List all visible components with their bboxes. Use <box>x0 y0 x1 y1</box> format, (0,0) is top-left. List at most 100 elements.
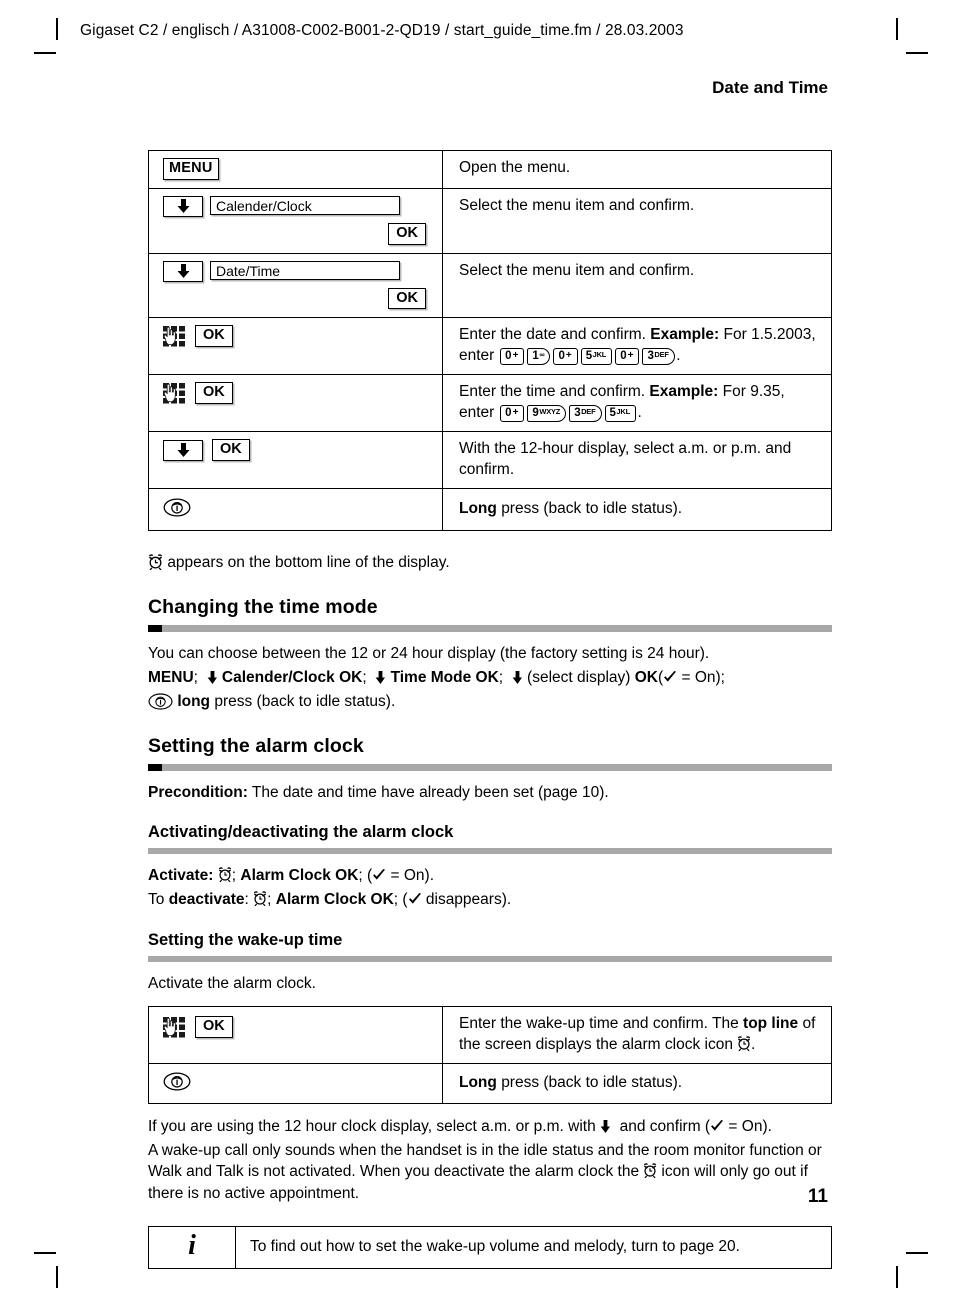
down-arrow-button[interactable] <box>163 195 203 217</box>
wakeup-12h-mid: and confirm ( <box>619 1117 711 1135</box>
row-description-end: . <box>676 346 681 364</box>
table-row: OK Enter the time and confirm. Example: … <box>148 374 832 433</box>
table-row: Long press (back to idle status). <box>148 488 832 531</box>
info-icon-cell: i <box>148 1226 236 1270</box>
step-long-tail: press (back to idle status). <box>214 693 396 711</box>
table-cell-description: Enter the time and confirm. Example: For… <box>442 374 832 433</box>
wakeup-12h-tail: = On). <box>728 1117 772 1135</box>
activate-menu-path: Alarm Clock OK <box>240 867 359 885</box>
table-cell-description: Long press (back to idle status). <box>442 488 832 531</box>
alarm-clock-icon <box>148 553 163 570</box>
arrow-down-icon <box>177 199 189 214</box>
ok-softkey-button[interactable]: OK <box>388 222 426 245</box>
crop-mark-bottom-left-horizontal <box>34 1252 56 1254</box>
row-description-emphasis: Example: <box>649 383 719 401</box>
keypad-entry-widget: OK <box>163 325 434 348</box>
down-arrow-button[interactable] <box>163 260 203 282</box>
info-text-cell: To find out how to set the wake-up volum… <box>235 1226 832 1270</box>
page-content: MENU Open the menu. Calender/Clock OK Se… <box>148 150 832 1270</box>
step-long-label: long <box>177 693 211 711</box>
crop-mark-bottom-right-horizontal <box>906 1252 928 1254</box>
step-select-display: (select display) <box>527 668 631 686</box>
ok-softkey-button[interactable]: OK <box>212 439 250 462</box>
row-description-lead: Enter the date and confirm. <box>459 326 646 344</box>
keycap-0: 0+ <box>500 347 525 366</box>
table-cell-key: Calender/Clock OK <box>148 187 443 254</box>
ok-softkey-button[interactable]: OK <box>195 1016 233 1038</box>
arrow-down-icon <box>512 670 522 684</box>
section-heading: Changing the time mode <box>148 595 378 618</box>
menu-select-widget: Calender/Clock <box>163 195 434 217</box>
row-description: With the 12-hour display, select a.m. or… <box>459 440 792 478</box>
ok-softkey-button[interactable]: OK <box>195 382 233 405</box>
table-cell-key: OK <box>148 1006 443 1065</box>
info-icon: i <box>188 1230 196 1262</box>
info-note-box: i To find out how to set the wake-up vol… <box>148 1226 832 1270</box>
arrow-ok-widget: OK <box>163 439 434 462</box>
table-cell-key <box>148 1063 443 1104</box>
step-ok-3: OK <box>634 668 658 686</box>
table-cell-description: Open the menu. <box>442 150 832 189</box>
ok-row: OK <box>163 287 434 310</box>
row-description-tail: press (back to idle status). <box>501 1074 683 1092</box>
table-cell-key: Date/Time OK <box>148 252 443 319</box>
table-cell-description: Select the menu item and confirm. <box>442 252 832 319</box>
menu-softkey-button[interactable]: MENU <box>163 158 219 180</box>
table-row: Calender/Clock OK Select the menu item a… <box>148 187 832 254</box>
table-cell-description: Enter the date and confirm. Example: For… <box>442 317 832 376</box>
keycap-0: 0+ <box>500 404 525 423</box>
time-mode-steps-line2: long press (back to idle status). <box>148 691 832 712</box>
subheading-rule <box>148 955 832 962</box>
arrow-down-icon <box>177 264 189 279</box>
crop-mark-bottom-left-vertical <box>56 1266 58 1288</box>
crop-mark-top-right-horizontal <box>906 52 928 54</box>
keycap-5: 5JKL <box>604 404 636 423</box>
wakeup-12hour-paragraph: If you are using the 12 hour clock displ… <box>148 1116 832 1137</box>
step-item-time-mode: Time Mode <box>390 668 472 686</box>
table-row: OK Enter the date and confirm. Example: … <box>148 317 832 376</box>
table-cell-description: Enter the wake-up time and confirm. The … <box>442 1006 832 1065</box>
checkmark-icon <box>408 893 421 905</box>
table-row: Long press (back to idle status). <box>148 1063 832 1104</box>
subsection-wakeup-time: Setting the wake-up time Activate the al… <box>148 931 832 994</box>
precondition-text: The date and time have already been set … <box>251 783 609 801</box>
alarm-icon-note-text: appears on the bottom line of the displa… <box>167 553 450 571</box>
row-description-emphasis: Example: <box>650 326 720 344</box>
keypad-icon <box>163 325 185 347</box>
table-row: i To find out how to set the wake-up vol… <box>148 1226 832 1270</box>
end-call-key-icon[interactable] <box>163 498 191 517</box>
keypad-icon <box>163 382 185 404</box>
wakeup-12h-lead: If you are using the 12 hour clock displ… <box>148 1117 596 1135</box>
table-cell-key: OK <box>148 431 443 490</box>
keycap-9: 9WXYZ <box>527 404 567 423</box>
arrow-down-icon <box>600 1119 611 1133</box>
subsection-activating-deactivating: Activating/deactivating the alarm clock … <box>148 823 832 911</box>
menu-select-widget: Date/Time <box>163 260 434 282</box>
page-number: 11 <box>807 1186 828 1207</box>
table-cell-key: OK <box>148 317 443 376</box>
table-row: OK With the 12-hour display, select a.m.… <box>148 431 832 490</box>
precondition-paragraph: Precondition: The date and time have alr… <box>148 782 832 803</box>
ok-softkey-button[interactable]: OK <box>388 287 426 310</box>
deactivate-semi: ; <box>267 891 272 909</box>
page-title: Date and Time <box>712 78 828 97</box>
step-item-calender-clock: Calender/Clock <box>221 668 335 686</box>
keycap-0: 0+ <box>553 347 578 366</box>
subsection-heading: Setting the wake-up time <box>148 930 343 949</box>
date-time-procedure-table: MENU Open the menu. Calender/Clock OK Se… <box>148 150 832 531</box>
step-sep: ; <box>362 668 367 686</box>
ok-softkey-button[interactable]: OK <box>195 325 233 348</box>
down-arrow-button[interactable] <box>163 439 203 461</box>
section-setting-alarm-clock: Setting the alarm clock Precondition: Th… <box>148 735 832 803</box>
row-description: Select the menu item and confirm. <box>459 261 695 279</box>
row-description-tail: For 1.5.2003, <box>723 326 816 344</box>
end-call-key-icon[interactable] <box>163 1072 191 1091</box>
keycap-3: 3DEF <box>642 347 675 366</box>
table-cell-description: Select the menu item and confirm. <box>442 187 832 254</box>
table-cell-description: With the 12-hour display, select a.m. or… <box>442 431 832 490</box>
section-time-mode: Changing the time mode You can choose be… <box>148 596 832 713</box>
table-cell-key: MENU <box>148 150 443 189</box>
step-sep: ; <box>193 668 198 686</box>
menu-item-display: Date/Time <box>210 260 400 280</box>
crop-mark-bottom-right-vertical <box>896 1266 898 1288</box>
